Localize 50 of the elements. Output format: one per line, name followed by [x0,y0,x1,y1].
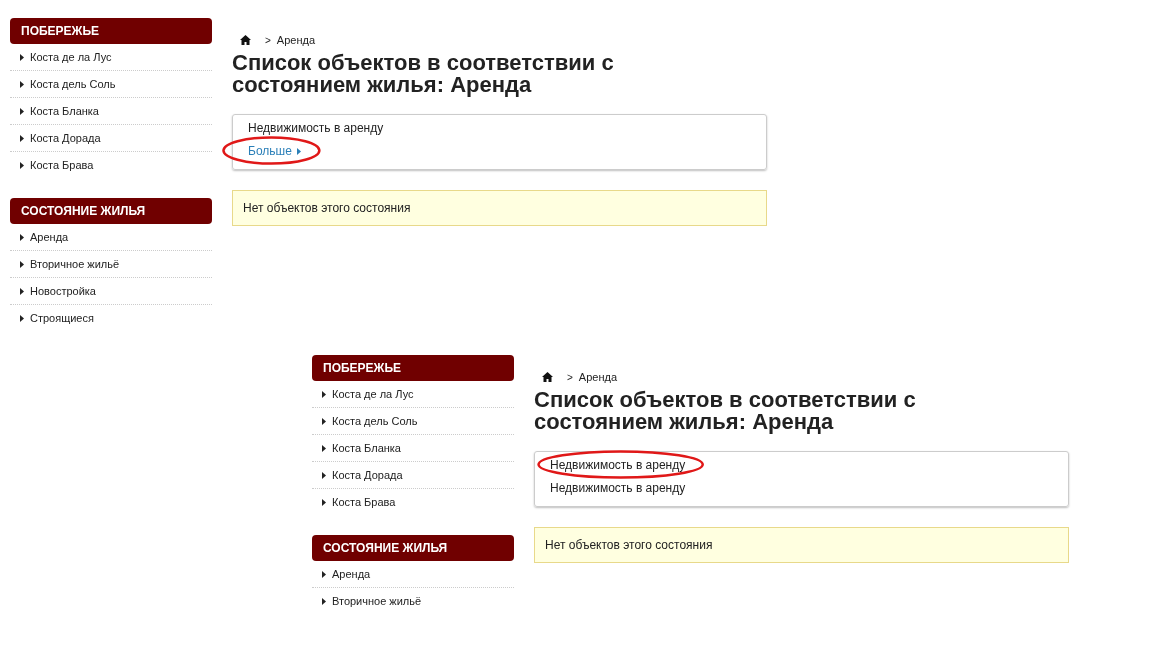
triangle-icon [322,570,326,578]
sidebar-link[interactable]: Коста Брава [332,496,396,508]
triangle-icon [20,161,24,169]
breadcrumb-current: Аренда [276,34,316,46]
sidebar-link[interactable]: Коста Бланка [332,442,401,454]
triangle-icon [20,287,24,295]
triangle-icon [20,107,24,115]
sidebar-link[interactable]: Коста Бланка [30,105,99,117]
triangle-icon [20,314,24,322]
triangle-icon [322,597,326,605]
triangle-icon [296,148,301,155]
section-header: СОСТОЯНИЕ ЖИЛЬЯ [312,535,514,561]
sidebar-link[interactable]: Коста Дорада [332,469,403,481]
sidebar-link[interactable]: Коста дель Соль [30,78,116,90]
triangle-icon [322,417,326,425]
triangle-icon [20,233,24,241]
notice-message: Нет объектов этого состояния [534,527,1069,563]
triangle-icon [20,80,24,88]
sidebar-link[interactable]: Коста Дорада [30,132,101,144]
breadcrumb-separator: > [265,34,271,46]
triangle-icon [20,134,24,142]
listing-text: Недвижимость в аренду [550,458,686,472]
triangle-icon [322,471,326,479]
sidebar-link[interactable]: Коста де ла Лус [30,51,112,63]
sidebar-link[interactable]: Вторичное жильё [332,595,422,607]
triangle-icon [322,498,326,506]
breadcrumb-separator: > [567,371,573,383]
section-header: СОСТОЯНИЕ ЖИЛЬЯ [10,198,212,224]
listing-text: Недвижимость в аренду [248,121,384,135]
triangle-icon [20,53,24,61]
home-icon[interactable] [542,372,553,382]
notice-message: Нет объектов этого состояния [232,190,767,226]
section-header: ПОБЕРЕЖЬЕ [312,355,514,381]
triangle-icon [322,390,326,398]
sidebar-link[interactable]: Строящиеся [30,312,94,324]
triangle-icon [20,260,24,268]
sidebar-link[interactable]: Аренда [332,568,371,580]
breadcrumb-current: Аренда [578,371,618,383]
sidebar-link[interactable]: Коста дель Соль [332,415,418,427]
listing-text: Недвижимость в аренду [550,481,686,495]
section-header: ПОБЕРЕЖЬЕ [10,18,212,44]
sidebar-link[interactable]: Аренда [30,231,69,243]
page-heading: Список объектов в соответствии с состоянием жилья: Аренда [534,389,917,433]
sidebar-link[interactable]: Коста де ла Лус [332,388,414,400]
sidebar-link[interactable]: Вторичное жильё [30,258,120,270]
home-icon[interactable] [240,35,251,45]
page-heading: Список объектов в соответствии с состоянием жилья: Аренда [232,52,615,96]
sidebar-link[interactable]: Новостройка [30,285,96,297]
sidebar-link[interactable]: Коста Брава [30,159,94,171]
triangle-icon [322,444,326,452]
